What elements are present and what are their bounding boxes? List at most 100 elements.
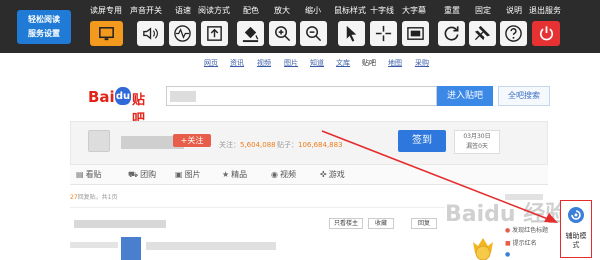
- assist-mode-icon: [568, 207, 584, 223]
- nav-link-wenku[interactable]: 文库: [336, 58, 350, 68]
- service-settings-button[interactable]: 轻松阅读 服务设置: [17, 10, 71, 44]
- tab-groupbuy-label: 团购: [140, 170, 157, 179]
- nav-link-tieba[interactable]: 贴吧: [362, 58, 376, 68]
- pin-icon: [474, 25, 491, 41]
- big-font-label: 大字幕: [402, 6, 426, 15]
- speed-button[interactable]: [169, 21, 196, 46]
- image-icon: ▣: [175, 170, 183, 179]
- tab-images-label: 图片: [184, 170, 201, 179]
- tab-games[interactable]: ✜ 游戏: [320, 169, 345, 180]
- paint-bucket-icon: [242, 26, 259, 43]
- zoom-out-label: 缩小: [305, 6, 321, 15]
- nav-link-video[interactable]: 视频: [257, 58, 271, 68]
- cursor-style-label: 鼠标样式: [334, 6, 366, 15]
- posts-tab-icon: ▤: [76, 170, 84, 179]
- tab-games-label: 游戏: [328, 170, 345, 179]
- baidu-experience-watermark: Baidu 经验: [445, 202, 568, 227]
- gear-icon: ●: [505, 251, 511, 258]
- enter-tieba-button[interactable]: 进入贴吧: [437, 86, 493, 106]
- zoom-in-icon: [275, 26, 291, 42]
- read-method-label: 阅读方式: [198, 6, 230, 15]
- upload-box-icon: [207, 26, 222, 41]
- search-input-value: [170, 91, 196, 102]
- tab-groupbuy[interactable]: ⛟ 团购: [128, 169, 156, 180]
- reset-button[interactable]: [438, 21, 465, 46]
- reply-button[interactable]: 回复: [411, 218, 437, 229]
- read-method-button[interactable]: [201, 21, 228, 46]
- sound-switch-button[interactable]: [137, 21, 164, 46]
- sidebar-item-extra[interactable]: ●: [505, 251, 510, 258]
- sidebar-item-red-name[interactable]: ■ 提示红名: [505, 238, 537, 247]
- tab-video[interactable]: ◉ 视频: [271, 169, 296, 180]
- nav-link-news[interactable]: 资讯: [230, 58, 244, 68]
- only-owner-button[interactable]: 只看楼主: [329, 218, 363, 229]
- tab-posts[interactable]: ▤ 看贴: [76, 169, 102, 180]
- monitor-icon: [99, 27, 114, 41]
- baidu-tieba-logo[interactable]: Bai du 贴吧: [88, 86, 156, 127]
- video-icon: ◉: [271, 170, 278, 179]
- sign-streak: 漏签0天: [466, 143, 488, 150]
- zoom-in-button[interactable]: [269, 21, 296, 46]
- red-dot-icon: ●: [505, 227, 511, 234]
- nav-link-map[interactable]: 地图: [388, 58, 402, 68]
- tab-video-label: 视频: [279, 170, 296, 179]
- thread-title[interactable]: [74, 220, 166, 228]
- forum-tabs: ▤ 看贴 ⛟ 团购 ▣ 图片 ★ 精品 ◉ 视频 ✜ 游戏: [70, 165, 548, 185]
- cursor-style-button[interactable]: [338, 21, 365, 46]
- help-button[interactable]: [500, 21, 527, 46]
- sidebar-item-red-name-label: 提示红名: [512, 240, 537, 247]
- posts-label: 贴子：: [277, 141, 298, 149]
- badge-icon: ■: [505, 240, 511, 247]
- brand-line1: 轻松阅读: [28, 15, 60, 24]
- big-font-button[interactable]: [402, 21, 429, 46]
- posts-value: 106,684,883: [298, 141, 343, 149]
- sound-switch-label: 声音开关: [130, 6, 162, 15]
- sidebar-item-red-title-label: 发现红色标题: [512, 227, 549, 234]
- fulltext-search-button[interactable]: 全吧搜索: [498, 86, 550, 106]
- gamepad-icon: ✜: [320, 170, 327, 179]
- followers-value: 5,604,088: [240, 141, 276, 149]
- speaker-icon: [143, 27, 158, 40]
- reading-mode-label: 读屏专用: [90, 6, 122, 15]
- crosshair-button[interactable]: [370, 21, 397, 46]
- favorite-button[interactable]: 收藏: [368, 218, 394, 229]
- zoom-out-button[interactable]: [300, 21, 327, 46]
- signin-button[interactable]: 签到: [398, 130, 446, 152]
- sign-date: 03月30日: [463, 133, 491, 140]
- pin-button[interactable]: [469, 21, 496, 46]
- accessibility-toolbar: 轻松阅读 服务设置 读屏专用 声音开关 语速 阅读方式 配色 放大 缩小 鼠标样…: [0, 0, 600, 53]
- power-icon: [539, 26, 553, 41]
- sign-date-box: 03月30日 漏签0天: [454, 130, 500, 154]
- crosshair-icon: [375, 25, 392, 42]
- posts-stat: 贴子：106,684,883: [277, 140, 343, 150]
- exit-button[interactable]: [532, 21, 560, 46]
- follow-button[interactable]: +关注: [173, 134, 211, 147]
- thread-author[interactable]: [70, 242, 118, 248]
- thread-count-suffix: 回复贴，共1页: [77, 194, 118, 201]
- forum-avatar[interactable]: [88, 130, 110, 152]
- thread-thumbnail[interactable]: [121, 237, 141, 260]
- tab-posts-label: 看贴: [85, 170, 102, 179]
- tab-images[interactable]: ▣ 图片: [175, 169, 201, 180]
- color-button[interactable]: [237, 21, 264, 46]
- reading-mode-button[interactable]: [90, 21, 123, 46]
- question-icon: [505, 25, 522, 42]
- thread-preview[interactable]: [146, 242, 276, 250]
- refresh-icon: [444, 26, 459, 41]
- cursor-arrow-icon: [346, 25, 357, 42]
- assist-mode-panel[interactable]: 辅助模式: [560, 200, 592, 258]
- tab-featured[interactable]: ★ 精品: [222, 169, 247, 180]
- search-input[interactable]: [166, 86, 437, 106]
- caption-box-icon: [407, 27, 424, 40]
- nav-link-image[interactable]: 图片: [284, 58, 298, 68]
- star-icon: ★: [222, 170, 230, 179]
- nav-link-web[interactable]: 网页: [204, 58, 218, 68]
- crosshair-label: 十字线: [370, 6, 394, 15]
- thread-count-value: 27: [70, 194, 78, 201]
- nav-link-purchase[interactable]: 采购: [415, 58, 429, 68]
- logo-paw: du: [115, 87, 131, 105]
- nav-link-zhidao[interactable]: 知道: [310, 58, 324, 68]
- waveform-icon: [174, 25, 191, 42]
- thread-count: 27回复贴，共1页: [70, 192, 117, 201]
- tab-featured-label: 精品: [231, 170, 248, 179]
